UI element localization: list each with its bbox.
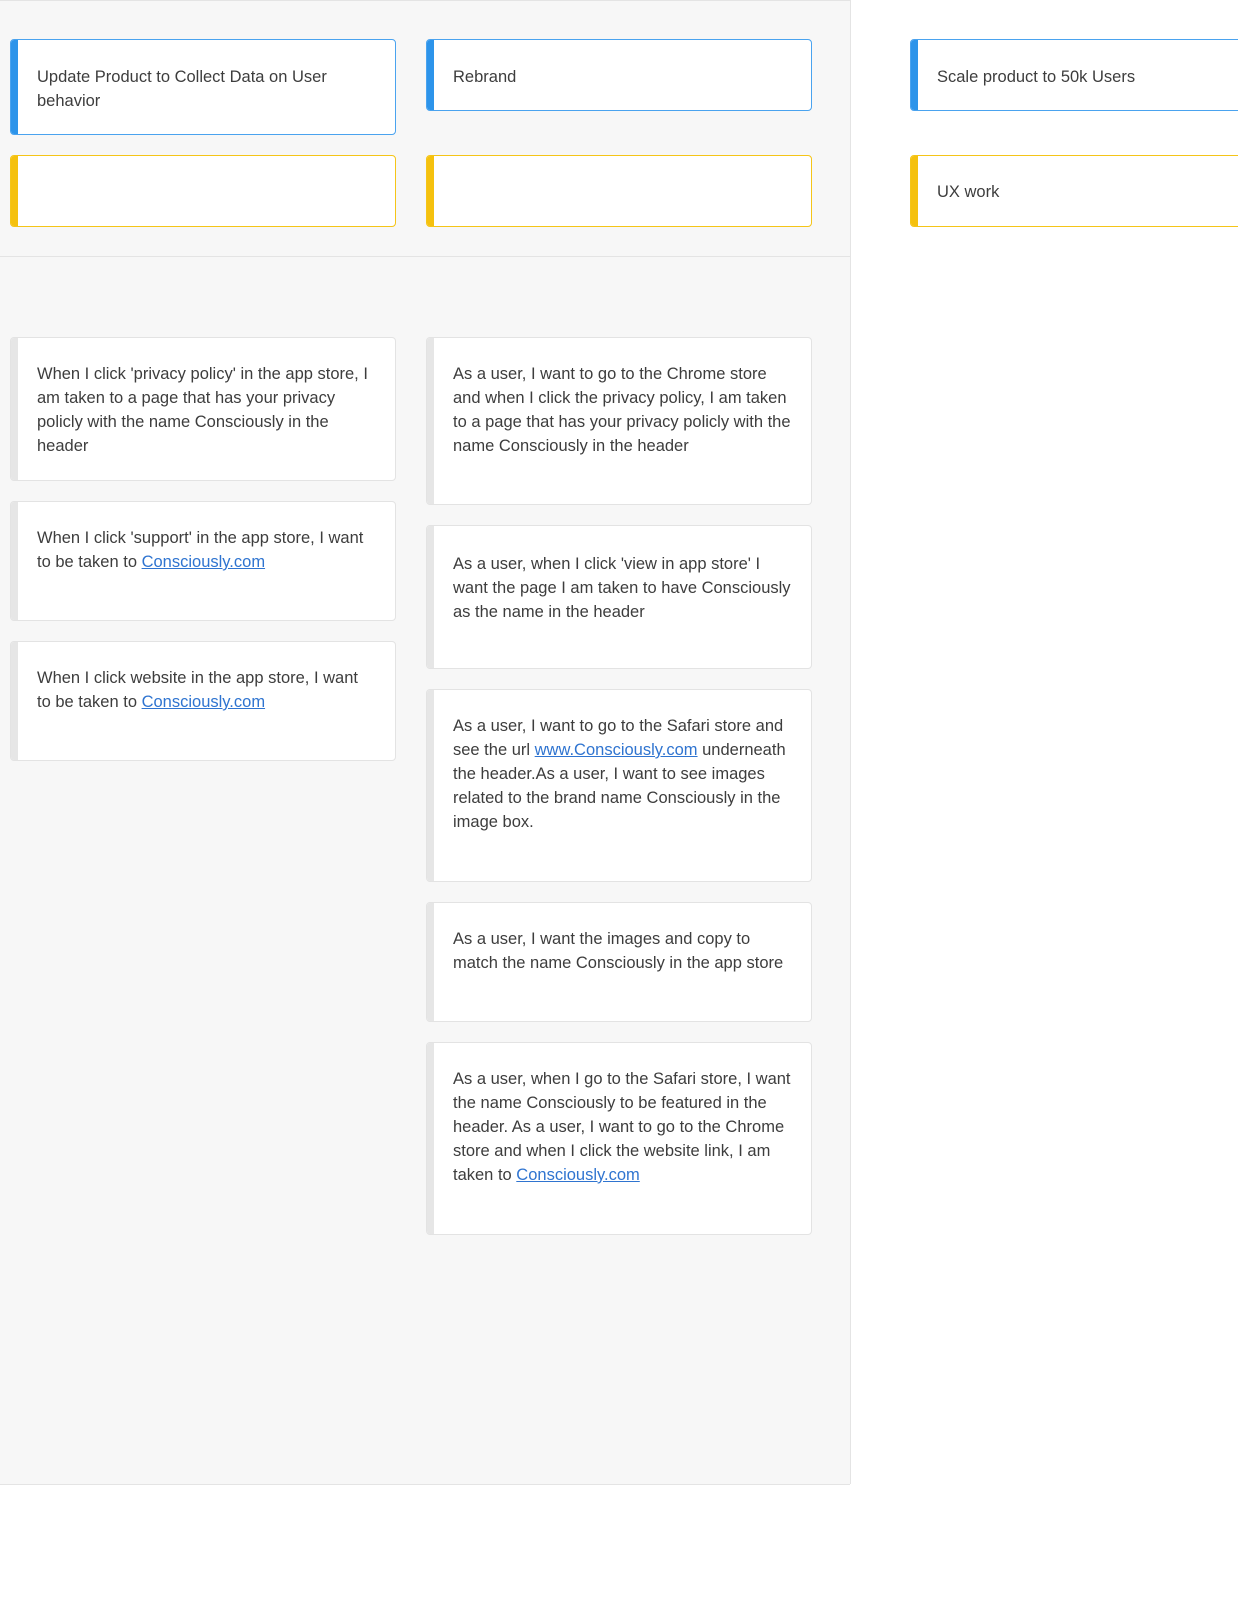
consciously-link[interactable]: Consciously.com (142, 553, 265, 571)
feature-card-ux-work[interactable]: UX work (910, 155, 1238, 227)
feature-card-empty-1[interactable] (10, 155, 396, 227)
panel-top-border (0, 0, 850, 1)
story-card-text: As a user, I want to go to the Chrome st… (453, 365, 791, 455)
story-card-text: As a user, when I go to the Safari store… (453, 1070, 791, 1184)
story-card-text: When I click 'privacy policy' in the app… (37, 365, 368, 455)
story-card-text: As a user, I want to go to the Safari st… (453, 717, 786, 831)
story-card-support[interactable]: When I click 'support' in the app store,… (10, 501, 396, 621)
consciously-link[interactable]: Consciously.com (142, 693, 265, 711)
story-card-safari-url[interactable]: As a user, I want to go to the Safari st… (426, 689, 812, 882)
story-card-images-copy[interactable]: As a user, I want the images and copy to… (426, 902, 812, 1022)
story-card-text: As a user, when I click 'view in app sto… (453, 555, 791, 621)
release-divider (0, 256, 850, 257)
feature-card-empty-2[interactable] (426, 155, 812, 227)
epic-card-label: Rebrand (453, 68, 517, 86)
panel-right-border (850, 0, 851, 1484)
epic-card-scale[interactable]: Scale product to 50k Users (910, 39, 1238, 111)
epic-card-collect-data[interactable]: Update Product to Collect Data on User b… (10, 39, 396, 135)
story-card-text: When I click website in the app store, I… (37, 669, 358, 711)
release-bottom-divider (0, 1484, 850, 1485)
story-card-view-in-app-store[interactable]: As a user, when I click 'view in app sto… (426, 525, 812, 669)
story-card-privacy-policy[interactable]: When I click 'privacy policy' in the app… (10, 337, 396, 481)
story-map-board: Update Product to Collect Data on User b… (0, 0, 1238, 1600)
epic-card-label: Update Product to Collect Data on User b… (37, 68, 327, 110)
story-card-chrome-privacy[interactable]: As a user, I want to go to the Chrome st… (426, 337, 812, 505)
story-card-text: As a user, I want the images and copy to… (453, 930, 784, 972)
epic-card-rebrand[interactable]: Rebrand (426, 39, 812, 111)
story-card-safari-header[interactable]: As a user, when I go to the Safari store… (426, 1042, 812, 1235)
story-card-text: When I click 'support' in the app store,… (37, 529, 364, 571)
consciously-url-link[interactable]: www.Consciously.com (535, 741, 698, 759)
epic-card-label: Scale product to 50k Users (937, 68, 1136, 86)
consciously-link[interactable]: Consciously.com (516, 1166, 639, 1184)
feature-card-label: UX work (937, 183, 1000, 201)
story-card-website[interactable]: When I click website in the app store, I… (10, 641, 396, 761)
